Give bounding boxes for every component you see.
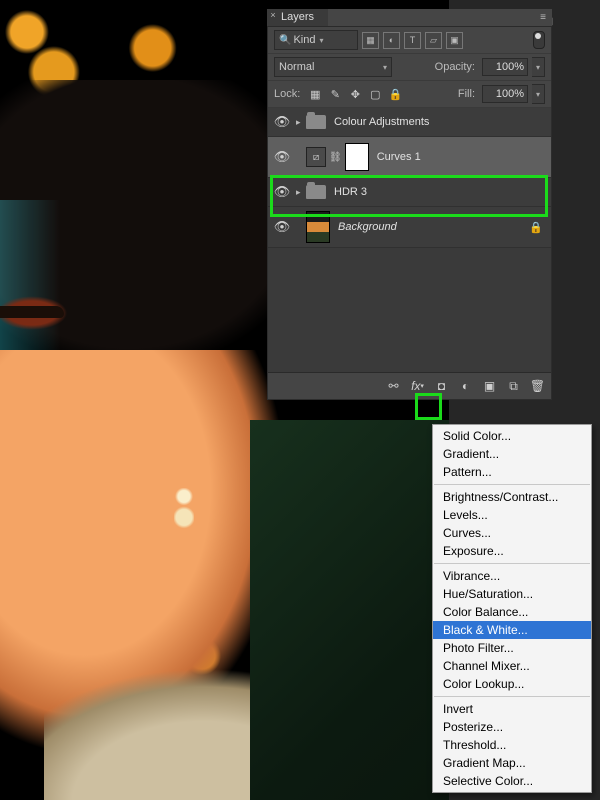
layer-curves-1[interactable]: 👁 ⧄ ⛓ Curves 1 [268, 137, 551, 178]
visibility-icon[interactable]: 👁 [268, 184, 296, 200]
new-layer-icon[interactable]: ⧉ [506, 379, 521, 394]
menu-gradient-map[interactable]: Gradient Map... [433, 754, 591, 772]
layer-effects-icon[interactable]: fx▾ [410, 379, 425, 394]
opacity-label: Opacity: [435, 61, 475, 73]
filter-toggle-switch[interactable] [533, 31, 545, 49]
delete-layer-icon[interactable]: 🗑 [530, 379, 545, 394]
lock-position-icon[interactable]: ✥ [347, 86, 363, 102]
menu-brightness-contrast[interactable]: Brightness/Contrast... [433, 488, 591, 506]
layer-background[interactable]: 👁 Background 🔒 [268, 207, 551, 248]
layer-name: Colour Adjustments [334, 116, 429, 128]
lock-label: Lock: [274, 88, 300, 100]
filter-adjustment-icon[interactable]: ◐ [383, 32, 400, 49]
menu-gradient[interactable]: Gradient... [433, 445, 591, 463]
layer-thumb [306, 211, 330, 243]
menu-solid-color[interactable]: Solid Color... [433, 427, 591, 445]
disclosure-icon[interactable]: ▸ [296, 117, 306, 128]
menu-pattern[interactable]: Pattern... [433, 463, 591, 481]
layer-list-empty-area [268, 248, 551, 372]
menu-color-lookup[interactable]: Color Lookup... [433, 675, 591, 693]
menu-curves[interactable]: Curves... [433, 524, 591, 542]
lock-image-icon[interactable]: ✎ [327, 86, 343, 102]
menu-threshold[interactable]: Threshold... [433, 736, 591, 754]
layer-name: HDR 3 [334, 186, 367, 198]
lock-transparency-icon[interactable]: ▦ [307, 86, 323, 102]
disclosure-icon[interactable]: ▸ [296, 187, 306, 198]
opacity-field[interactable]: 100% [482, 58, 528, 76]
filter-shape-icon[interactable]: ▱ [425, 32, 442, 49]
menu-invert[interactable]: Invert [433, 700, 591, 718]
link-layers-icon[interactable]: ⚯ [386, 379, 401, 394]
menu-selective-color[interactable]: Selective Color... [433, 772, 591, 790]
layer-group-hdr-3[interactable]: 👁 ▸ HDR 3 [268, 178, 551, 207]
menu-color-balance[interactable]: Color Balance... [433, 603, 591, 621]
blend-mode-dropdown[interactable]: Normal ▾ [274, 57, 392, 77]
lock-artboard-icon[interactable]: ▢ [367, 86, 383, 102]
fill-field[interactable]: 100% [482, 85, 528, 103]
folder-icon [306, 185, 326, 199]
layer-mask-thumb[interactable] [345, 143, 369, 171]
layer-group-colour-adjustments[interactable]: 👁 ▸ Colour Adjustments [268, 108, 551, 137]
menu-vibrance[interactable]: Vibrance... [433, 567, 591, 585]
layer-name: Background [338, 221, 397, 233]
filter-kind-label: Kind [293, 34, 315, 46]
lock-icon: 🔒 [529, 221, 543, 234]
menu-photo-filter[interactable]: Photo Filter... [433, 639, 591, 657]
panel-close-icon[interactable]: × [267, 9, 279, 21]
new-adjustment-layer-menu: Solid Color... Gradient... Pattern... Br… [432, 424, 592, 793]
new-group-icon[interactable]: ▣ [482, 379, 497, 394]
menu-posterize[interactable]: Posterize... [433, 718, 591, 736]
visibility-icon[interactable]: 👁 [268, 114, 296, 130]
menu-levels[interactable]: Levels... [433, 506, 591, 524]
folder-icon [306, 115, 326, 129]
add-mask-icon[interactable]: ◘ [434, 379, 449, 394]
filter-type-icon[interactable]: T [404, 32, 421, 49]
menu-black-white[interactable]: Black & White... [433, 621, 591, 639]
new-adjustment-layer-icon[interactable]: ◐ [458, 379, 473, 394]
panel-tab-bar: Layers ≡ [267, 9, 552, 27]
fill-label: Fill: [458, 88, 475, 100]
menu-channel-mixer[interactable]: Channel Mixer... [433, 657, 591, 675]
layer-filter-row: 🔍 Kind ▾ ▦ ◐ T ▱ ▣ [268, 27, 551, 54]
opacity-dropdown-icon[interactable]: ▾ [532, 57, 545, 77]
layers-footer: ⚯ fx▾ ◘ ◐ ▣ ⧉ 🗑 [268, 372, 551, 399]
blend-mode-value: Normal [279, 61, 314, 73]
filter-kind-dropdown[interactable]: 🔍 Kind ▾ [274, 30, 358, 50]
curves-adjustment-icon: ⧄ [306, 147, 326, 167]
fill-dropdown-icon[interactable]: ▾ [532, 84, 545, 104]
layer-list: 👁 ▸ Colour Adjustments 👁 ⧄ ⛓ Curves 1 👁 … [268, 108, 551, 372]
filter-smart-icon[interactable]: ▣ [446, 32, 463, 49]
mask-link-icon[interactable]: ⛓ [329, 152, 342, 163]
lock-all-icon[interactable]: 🔒 [387, 86, 403, 102]
menu-hue-saturation[interactable]: Hue/Saturation... [433, 585, 591, 603]
lock-fill-row: Lock: ▦ ✎ ✥ ▢ 🔒 Fill: 100% ▾ [268, 81, 551, 108]
filter-pixel-icon[interactable]: ▦ [362, 32, 379, 49]
layers-panel: × Layers ≡ 🔍 Kind ▾ ▦ ◐ T ▱ ▣ [267, 9, 552, 400]
visibility-icon[interactable]: 👁 [268, 219, 296, 235]
blend-opacity-row: Normal ▾ Opacity: 100% ▾ [268, 54, 551, 81]
panel-menu-icon[interactable]: ≡ [540, 12, 546, 23]
layer-name: Curves 1 [377, 151, 421, 163]
visibility-icon[interactable]: 👁 [268, 149, 296, 165]
menu-exposure[interactable]: Exposure... [433, 542, 591, 560]
